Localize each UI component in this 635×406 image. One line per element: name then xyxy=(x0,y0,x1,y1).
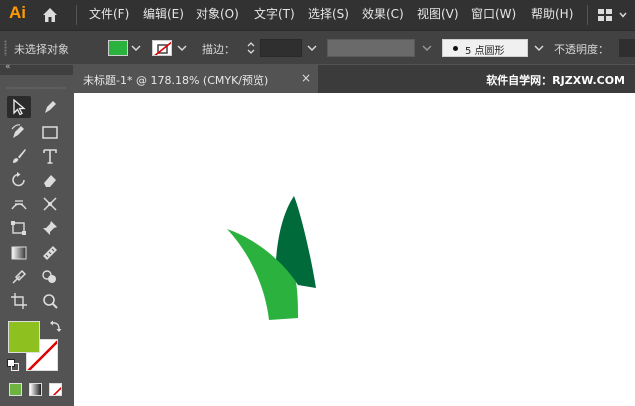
paintbrush-tool[interactable] xyxy=(7,145,31,167)
artboard-tool[interactable] xyxy=(7,290,31,312)
fill-color-swatch[interactable] xyxy=(108,40,128,56)
chevron-down-icon[interactable] xyxy=(618,8,628,22)
variable-width-profile[interactable] xyxy=(327,39,415,57)
chevron-down-icon[interactable] xyxy=(175,39,189,57)
color-mode-button[interactable] xyxy=(9,383,22,396)
gradient-tool[interactable] xyxy=(7,242,31,264)
toolbox-grip[interactable] xyxy=(6,87,66,89)
menu-separator xyxy=(76,5,77,25)
shape-builder-icon xyxy=(42,270,56,283)
paintbrush-icon xyxy=(13,149,26,163)
document-tab-bar: 未标题-1* @ 178.18% (CMYK/预览) × 软件自学网：RJZXW… xyxy=(73,65,635,93)
home-icon[interactable] xyxy=(40,5,60,25)
menu-effect[interactable]: 效果(C) xyxy=(362,7,404,21)
app-logo: Ai xyxy=(9,3,26,22)
menu-separator xyxy=(587,5,588,25)
menu-bar: Ai 文件(F) 编辑(E) 对象(O) 文字(T) 选择(S) 效果(C) 视… xyxy=(0,0,635,30)
stroke-color-swatch[interactable] xyxy=(152,40,172,56)
free-transform-icon xyxy=(11,221,26,235)
curvature-pen-icon xyxy=(11,124,24,138)
artboard-icon xyxy=(11,293,27,309)
default-colors-icon[interactable] xyxy=(7,359,19,371)
pen-tool[interactable] xyxy=(38,96,62,118)
menu-type[interactable]: 文字(T) xyxy=(254,7,295,21)
chevron-down-icon[interactable] xyxy=(129,39,143,57)
selection-arrow-icon xyxy=(13,98,26,116)
selection-tool[interactable] xyxy=(7,96,31,118)
collapse-icon[interactable]: « xyxy=(5,62,11,72)
selection-status: 未选择对象 xyxy=(14,43,69,56)
menu-file[interactable]: 文件(F) xyxy=(89,7,129,21)
eyedropper-icon xyxy=(12,269,27,284)
stroke-label: 描边： xyxy=(202,43,235,56)
watermark-text: 软件自学网：RJZXW.COM xyxy=(486,74,625,87)
opacity-input[interactable] xyxy=(619,39,635,57)
type-tool[interactable] xyxy=(38,145,62,167)
chevron-down-icon[interactable] xyxy=(532,39,546,57)
menu-window[interactable]: 窗口(W) xyxy=(471,7,516,21)
curvature-tool[interactable] xyxy=(7,121,31,143)
puppet-warp-icon xyxy=(43,197,57,211)
zoom-tool[interactable] xyxy=(38,290,62,312)
pen-icon xyxy=(45,101,56,113)
rotate-icon xyxy=(12,172,25,187)
ruler-tool[interactable] xyxy=(38,242,62,264)
eraser-icon xyxy=(44,175,56,187)
menu-help[interactable]: 帮助(H) xyxy=(531,7,573,21)
brush-label: 5 点圆形 xyxy=(465,46,505,57)
puppet-warp-tool[interactable] xyxy=(38,193,62,215)
gradient-icon xyxy=(11,246,27,260)
control-bar: 未选择对象 描边： 5 点圆形 不透明度： xyxy=(0,30,635,64)
pin-tool[interactable] xyxy=(38,217,62,239)
panel-grip[interactable] xyxy=(4,40,7,56)
stroke-width-input[interactable] xyxy=(260,39,302,57)
menu-view[interactable]: 视图(V) xyxy=(417,7,459,21)
pin-icon xyxy=(43,221,57,235)
fill-color-box[interactable] xyxy=(8,321,40,353)
chevron-down-icon[interactable] xyxy=(304,39,320,57)
artwork xyxy=(227,196,316,320)
workspace-switcher-icon[interactable] xyxy=(597,8,613,22)
document-tab[interactable]: 未标题-1* @ 178.18% (CMYK/预览) × xyxy=(73,65,318,93)
artboard-canvas[interactable] xyxy=(74,93,635,406)
type-icon xyxy=(43,149,57,164)
free-transform-tool[interactable] xyxy=(7,217,31,239)
gradient-mode-button[interactable] xyxy=(29,383,42,396)
menu-select[interactable]: 选择(S) xyxy=(308,7,349,21)
zoom-icon xyxy=(43,294,58,309)
swap-fill-stroke-icon[interactable] xyxy=(49,319,63,333)
rectangle-tool[interactable] xyxy=(38,121,62,143)
chevron-down-icon[interactable] xyxy=(420,39,434,57)
width-icon xyxy=(11,200,27,210)
close-icon[interactable]: × xyxy=(301,71,311,85)
toolbox: « xyxy=(0,62,73,406)
eraser-tool[interactable] xyxy=(38,169,62,191)
none-icon xyxy=(52,386,61,395)
stroke-width-stepper[interactable] xyxy=(244,39,258,57)
rotate-tool[interactable] xyxy=(7,169,31,191)
toolbox-header: « xyxy=(0,62,73,75)
opacity-label[interactable]: 不透明度： xyxy=(554,41,609,57)
brush-definition-select[interactable]: 5 点圆形 xyxy=(442,39,528,57)
brush-dot-icon xyxy=(453,46,458,51)
none-mode-button[interactable] xyxy=(49,383,62,396)
rectangle-icon xyxy=(42,126,58,139)
width-tool[interactable] xyxy=(7,193,31,215)
eyedropper-tool[interactable] xyxy=(7,266,31,288)
ruler-icon xyxy=(43,246,57,260)
document-tab-title: 未标题-1* @ 178.18% (CMYK/预览) xyxy=(83,74,269,87)
menu-edit[interactable]: 编辑(E) xyxy=(143,7,184,21)
none-stroke-icon xyxy=(154,41,171,55)
shape-builder-tool[interactable] xyxy=(38,266,62,288)
menu-object[interactable]: 对象(O) xyxy=(196,7,239,21)
